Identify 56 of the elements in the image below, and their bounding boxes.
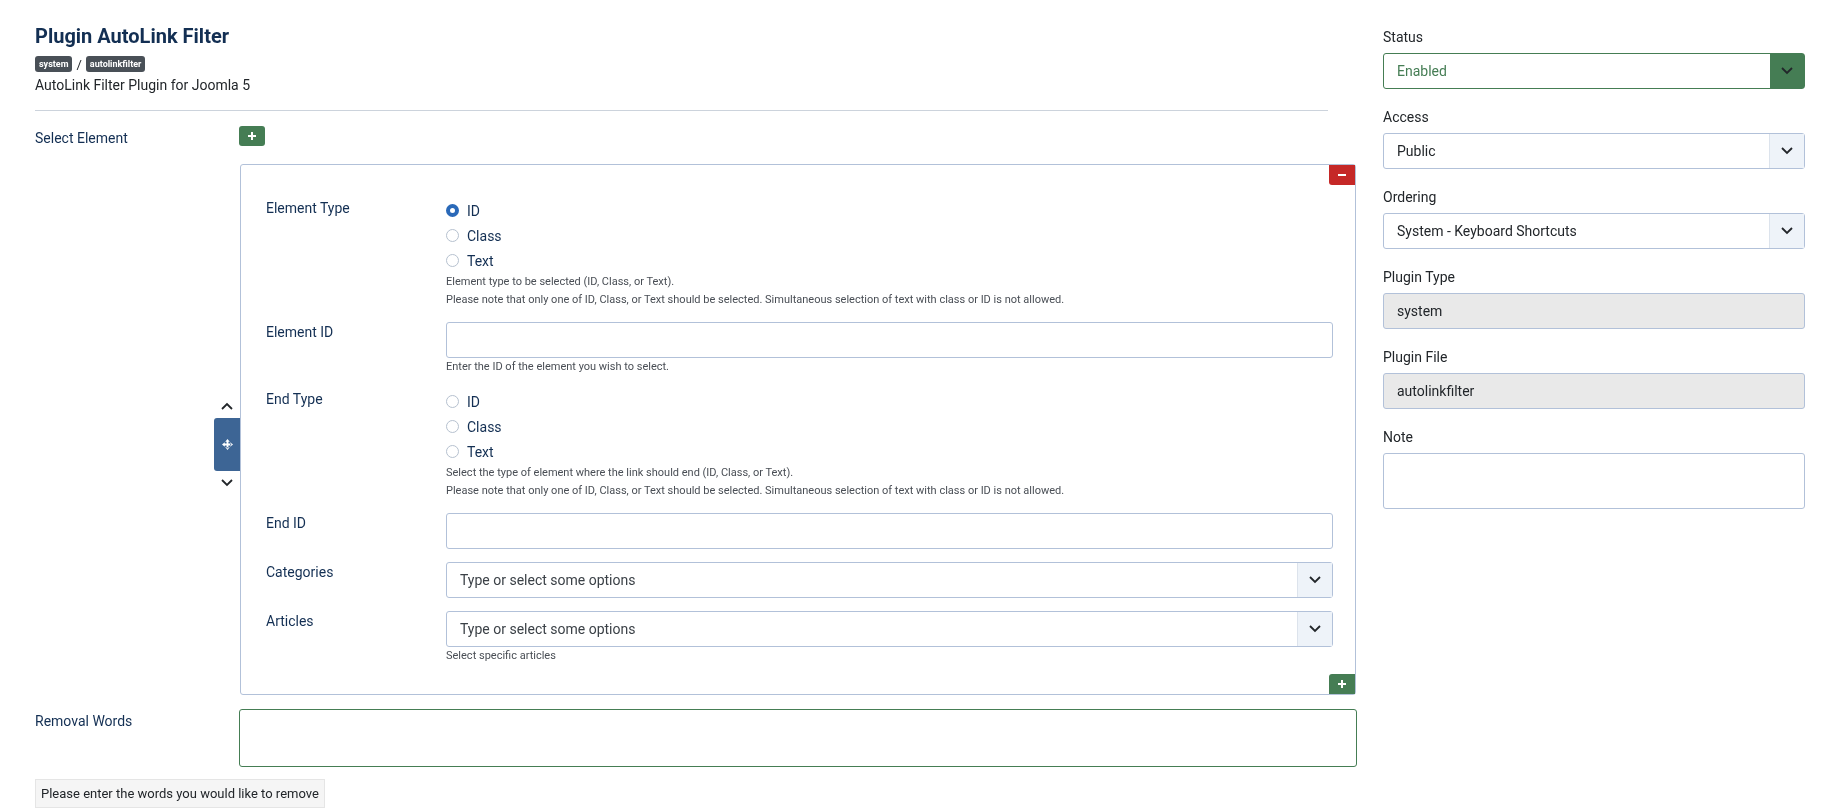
field-label: Status <box>1383 29 1425 45</box>
select-field[interactable]: Public <box>1383 133 1805 169</box>
readonly-field: autolinkfilter <box>1383 373 1805 409</box>
radio-option[interactable]: Class <box>446 414 502 439</box>
page-title: Plugin AutoLink Filter <box>35 23 231 50</box>
radio-option[interactable]: ID <box>446 198 480 223</box>
field-label: Ordering <box>1383 189 1438 205</box>
help-text: Select the type of element where the link should end (ID, Class, or Text). <box>446 465 795 481</box>
plus-icon <box>1337 679 1347 689</box>
field-label: Note <box>1383 429 1414 445</box>
chevron-down-icon <box>1309 625 1321 633</box>
add-row-button[interactable] <box>239 126 265 146</box>
help-text: Please note that only one of ID, Class, or Text should be selected. Simultaneous selection of text with class or ID is not allowed. <box>446 483 1066 499</box>
field-label: End ID <box>266 514 308 533</box>
status-select[interactable]: Enabled <box>1383 53 1805 89</box>
chevron-up-icon <box>221 402 233 410</box>
radio-option[interactable]: ID <box>446 389 480 414</box>
help-text: Element type to be selected (ID, Class, or Text). <box>446 274 676 290</box>
field-label: Select Element <box>35 129 129 146</box>
field-label: Removal Words <box>35 712 134 731</box>
help-text: Please note that only one of ID, Class, or Text should be selected. Simultaneous selection of text with class or ID is not allowed. <box>446 292 1066 308</box>
chevron-down-icon <box>1309 576 1321 584</box>
plus-icon <box>247 131 257 141</box>
text-field[interactable] <box>446 513 1333 549</box>
help-text: Select specific articles <box>446 648 557 664</box>
help-text: Please enter the words you would like to remove <box>35 779 325 808</box>
move-arrows-icon <box>221 439 233 450</box>
field-label: Element ID <box>266 323 335 342</box>
multiselect-field[interactable]: Type or select some options <box>446 611 1333 647</box>
chevron-down-icon <box>221 479 233 487</box>
field-label: End Type <box>266 390 324 409</box>
multiselect-field[interactable]: Type or select some options <box>446 562 1333 598</box>
removal-words-textarea[interactable] <box>239 709 1357 767</box>
field-label: Access <box>1383 109 1430 125</box>
field-label: Plugin Type <box>1383 269 1456 285</box>
plugin-element-badge: autolinkfilter <box>85 56 146 72</box>
radio-option[interactable]: Text <box>446 439 494 464</box>
separator-slash: / <box>76 56 82 72</box>
select-field[interactable]: System - Keyboard Shortcuts <box>1383 213 1805 249</box>
readonly-field: system <box>1383 293 1805 329</box>
help-text: Enter the ID of the element you wish to select. <box>446 359 670 375</box>
plugin-description: AutoLink Filter Plugin for Joomla 5 <box>35 77 252 93</box>
chevron-down-icon <box>1781 147 1793 155</box>
move-handle[interactable] <box>214 418 240 471</box>
field-label: Plugin File <box>1383 349 1449 365</box>
plugin-group-badge: system <box>35 56 73 72</box>
text-field[interactable] <box>446 322 1333 358</box>
field-label: Element Type <box>266 199 351 218</box>
add-row-button[interactable] <box>1329 674 1355 694</box>
chevron-down-icon <box>1781 227 1793 235</box>
field-label: Articles <box>266 612 315 631</box>
remove-row-button[interactable] <box>1329 165 1355 185</box>
radio-option[interactable]: Text <box>446 248 494 273</box>
chevron-down-icon <box>1781 67 1793 75</box>
field-label: Categories <box>266 563 335 582</box>
radio-option[interactable]: Class <box>446 223 502 248</box>
